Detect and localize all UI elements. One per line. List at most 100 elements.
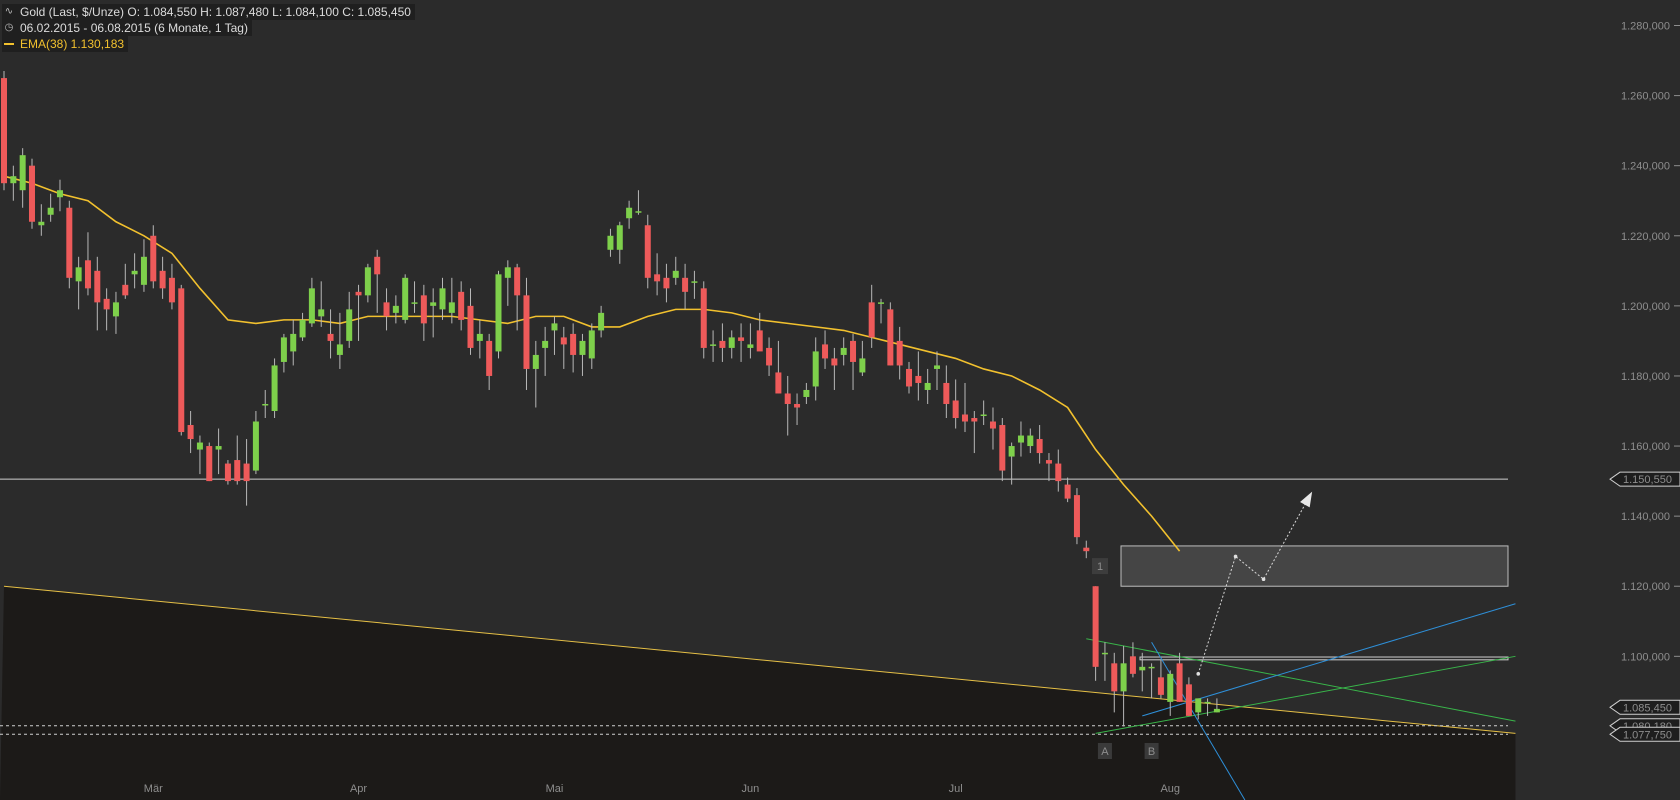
candle-body bbox=[1017, 435, 1024, 443]
candle-body bbox=[1139, 666, 1146, 671]
candle-body bbox=[1073, 495, 1080, 538]
projection-point bbox=[1196, 672, 1201, 676]
x-axis-tick-label: Apr bbox=[350, 783, 367, 795]
candle-body bbox=[1045, 460, 1052, 464]
candle-body bbox=[1092, 586, 1099, 667]
candle-body bbox=[532, 354, 539, 369]
candle-body bbox=[542, 340, 549, 348]
candle-body bbox=[887, 309, 894, 366]
candle-body bbox=[150, 235, 157, 282]
candle-body bbox=[439, 288, 446, 310]
candle[interactable] bbox=[178, 284, 185, 436]
candle[interactable] bbox=[66, 200, 73, 289]
candle-body bbox=[728, 337, 735, 348]
candle[interactable] bbox=[28, 158, 35, 229]
resistance-zone bbox=[1120, 545, 1509, 587]
y-axis-tick-label: 1.100,000 bbox=[1621, 651, 1670, 663]
candle-body bbox=[840, 347, 847, 355]
candle-body bbox=[682, 277, 689, 292]
candle-body bbox=[1213, 708, 1220, 713]
x-axis-tick-label: Jun bbox=[742, 783, 760, 795]
candle-body bbox=[868, 302, 875, 338]
candle-body bbox=[346, 309, 353, 341]
candle-body bbox=[140, 256, 147, 285]
price-chart[interactable]: 1 A B 1.280,000 1.260,000 1.240,000 1.220,00… bbox=[0, 0, 1680, 800]
ema-swatch-icon bbox=[4, 43, 14, 45]
candle-body bbox=[280, 337, 287, 362]
candle-body bbox=[290, 333, 297, 352]
price-level-label[interactable]: 1.077,750 bbox=[1609, 726, 1680, 742]
chart-type-icon: ∿ bbox=[4, 6, 14, 17]
candle-body bbox=[859, 358, 866, 373]
candle[interactable] bbox=[1, 71, 7, 191]
candle-body bbox=[318, 309, 325, 317]
candle-body bbox=[486, 340, 493, 376]
candle-body bbox=[878, 302, 885, 304]
period-bar: ◷ 06.02.2015 - 06.08.2015 (6 Monate, 1 T… bbox=[2, 20, 252, 36]
candle-body bbox=[1204, 701, 1211, 704]
y-axis-tick-label: 1.240,000 bbox=[1621, 161, 1670, 173]
candle-body bbox=[598, 312, 605, 331]
candle[interactable] bbox=[402, 274, 409, 324]
candle-body bbox=[458, 291, 465, 320]
price-level-label[interactable]: 1.150,550 bbox=[1609, 471, 1680, 487]
candle-body bbox=[523, 295, 530, 369]
candle-body bbox=[961, 414, 968, 422]
candle-body bbox=[1176, 663, 1183, 702]
candle-body bbox=[952, 400, 959, 419]
pattern-label: A bbox=[1101, 746, 1109, 758]
candle[interactable] bbox=[887, 302, 894, 366]
candle-body bbox=[934, 365, 940, 369]
candle-body bbox=[812, 351, 819, 387]
candle-body bbox=[626, 207, 633, 219]
candle-body bbox=[1129, 656, 1136, 674]
candle-body bbox=[10, 176, 17, 184]
candle-body bbox=[196, 442, 203, 450]
candle-body bbox=[710, 344, 717, 346]
y-axis-tick-label: 1.120,000 bbox=[1621, 581, 1670, 593]
ema-legend[interactable]: EMA(38) 1.130,183 bbox=[2, 36, 129, 52]
candle[interactable] bbox=[700, 281, 707, 359]
candle-body bbox=[122, 284, 129, 296]
candle-body bbox=[75, 267, 82, 282]
candle[interactable] bbox=[495, 270, 502, 359]
candle-body bbox=[234, 460, 241, 482]
candle[interactable] bbox=[644, 214, 651, 289]
candle-body bbox=[411, 302, 418, 304]
candle-body bbox=[299, 319, 306, 338]
candle-body bbox=[1055, 463, 1062, 482]
candle-body bbox=[187, 425, 194, 440]
candle-body bbox=[383, 302, 390, 317]
candle-body bbox=[999, 425, 1006, 471]
candle-body bbox=[915, 375, 922, 383]
candle[interactable] bbox=[271, 358, 278, 419]
candle-body bbox=[1083, 547, 1090, 552]
candle-body bbox=[159, 270, 166, 289]
candle-body bbox=[1027, 435, 1034, 447]
candle-body bbox=[1036, 439, 1043, 454]
candle-body bbox=[430, 302, 437, 306]
price-level-label[interactable]: 1.085,450 bbox=[1609, 699, 1680, 715]
candle-body bbox=[206, 446, 213, 482]
candle-body bbox=[1111, 663, 1118, 692]
candle[interactable] bbox=[1073, 488, 1080, 545]
candle-body bbox=[327, 333, 334, 341]
candle-body bbox=[84, 260, 91, 289]
candle[interactable] bbox=[1092, 586, 1099, 681]
candle-body bbox=[262, 403, 269, 406]
candle-body bbox=[224, 463, 231, 482]
candle[interactable] bbox=[206, 442, 213, 482]
candle-body bbox=[392, 305, 399, 313]
y-axis-tick-label: 1.160,000 bbox=[1621, 441, 1670, 453]
candle-body bbox=[364, 267, 371, 296]
candle-body bbox=[822, 344, 829, 359]
candle-body bbox=[719, 340, 726, 348]
candle-body bbox=[775, 372, 782, 394]
candle-body bbox=[112, 302, 119, 317]
candle-body bbox=[336, 344, 343, 355]
x-axis-tick-label: Jul bbox=[949, 783, 963, 795]
candle[interactable] bbox=[224, 460, 231, 485]
candle-body bbox=[766, 347, 773, 366]
candle-body bbox=[495, 274, 502, 352]
candle-body bbox=[850, 340, 857, 362]
